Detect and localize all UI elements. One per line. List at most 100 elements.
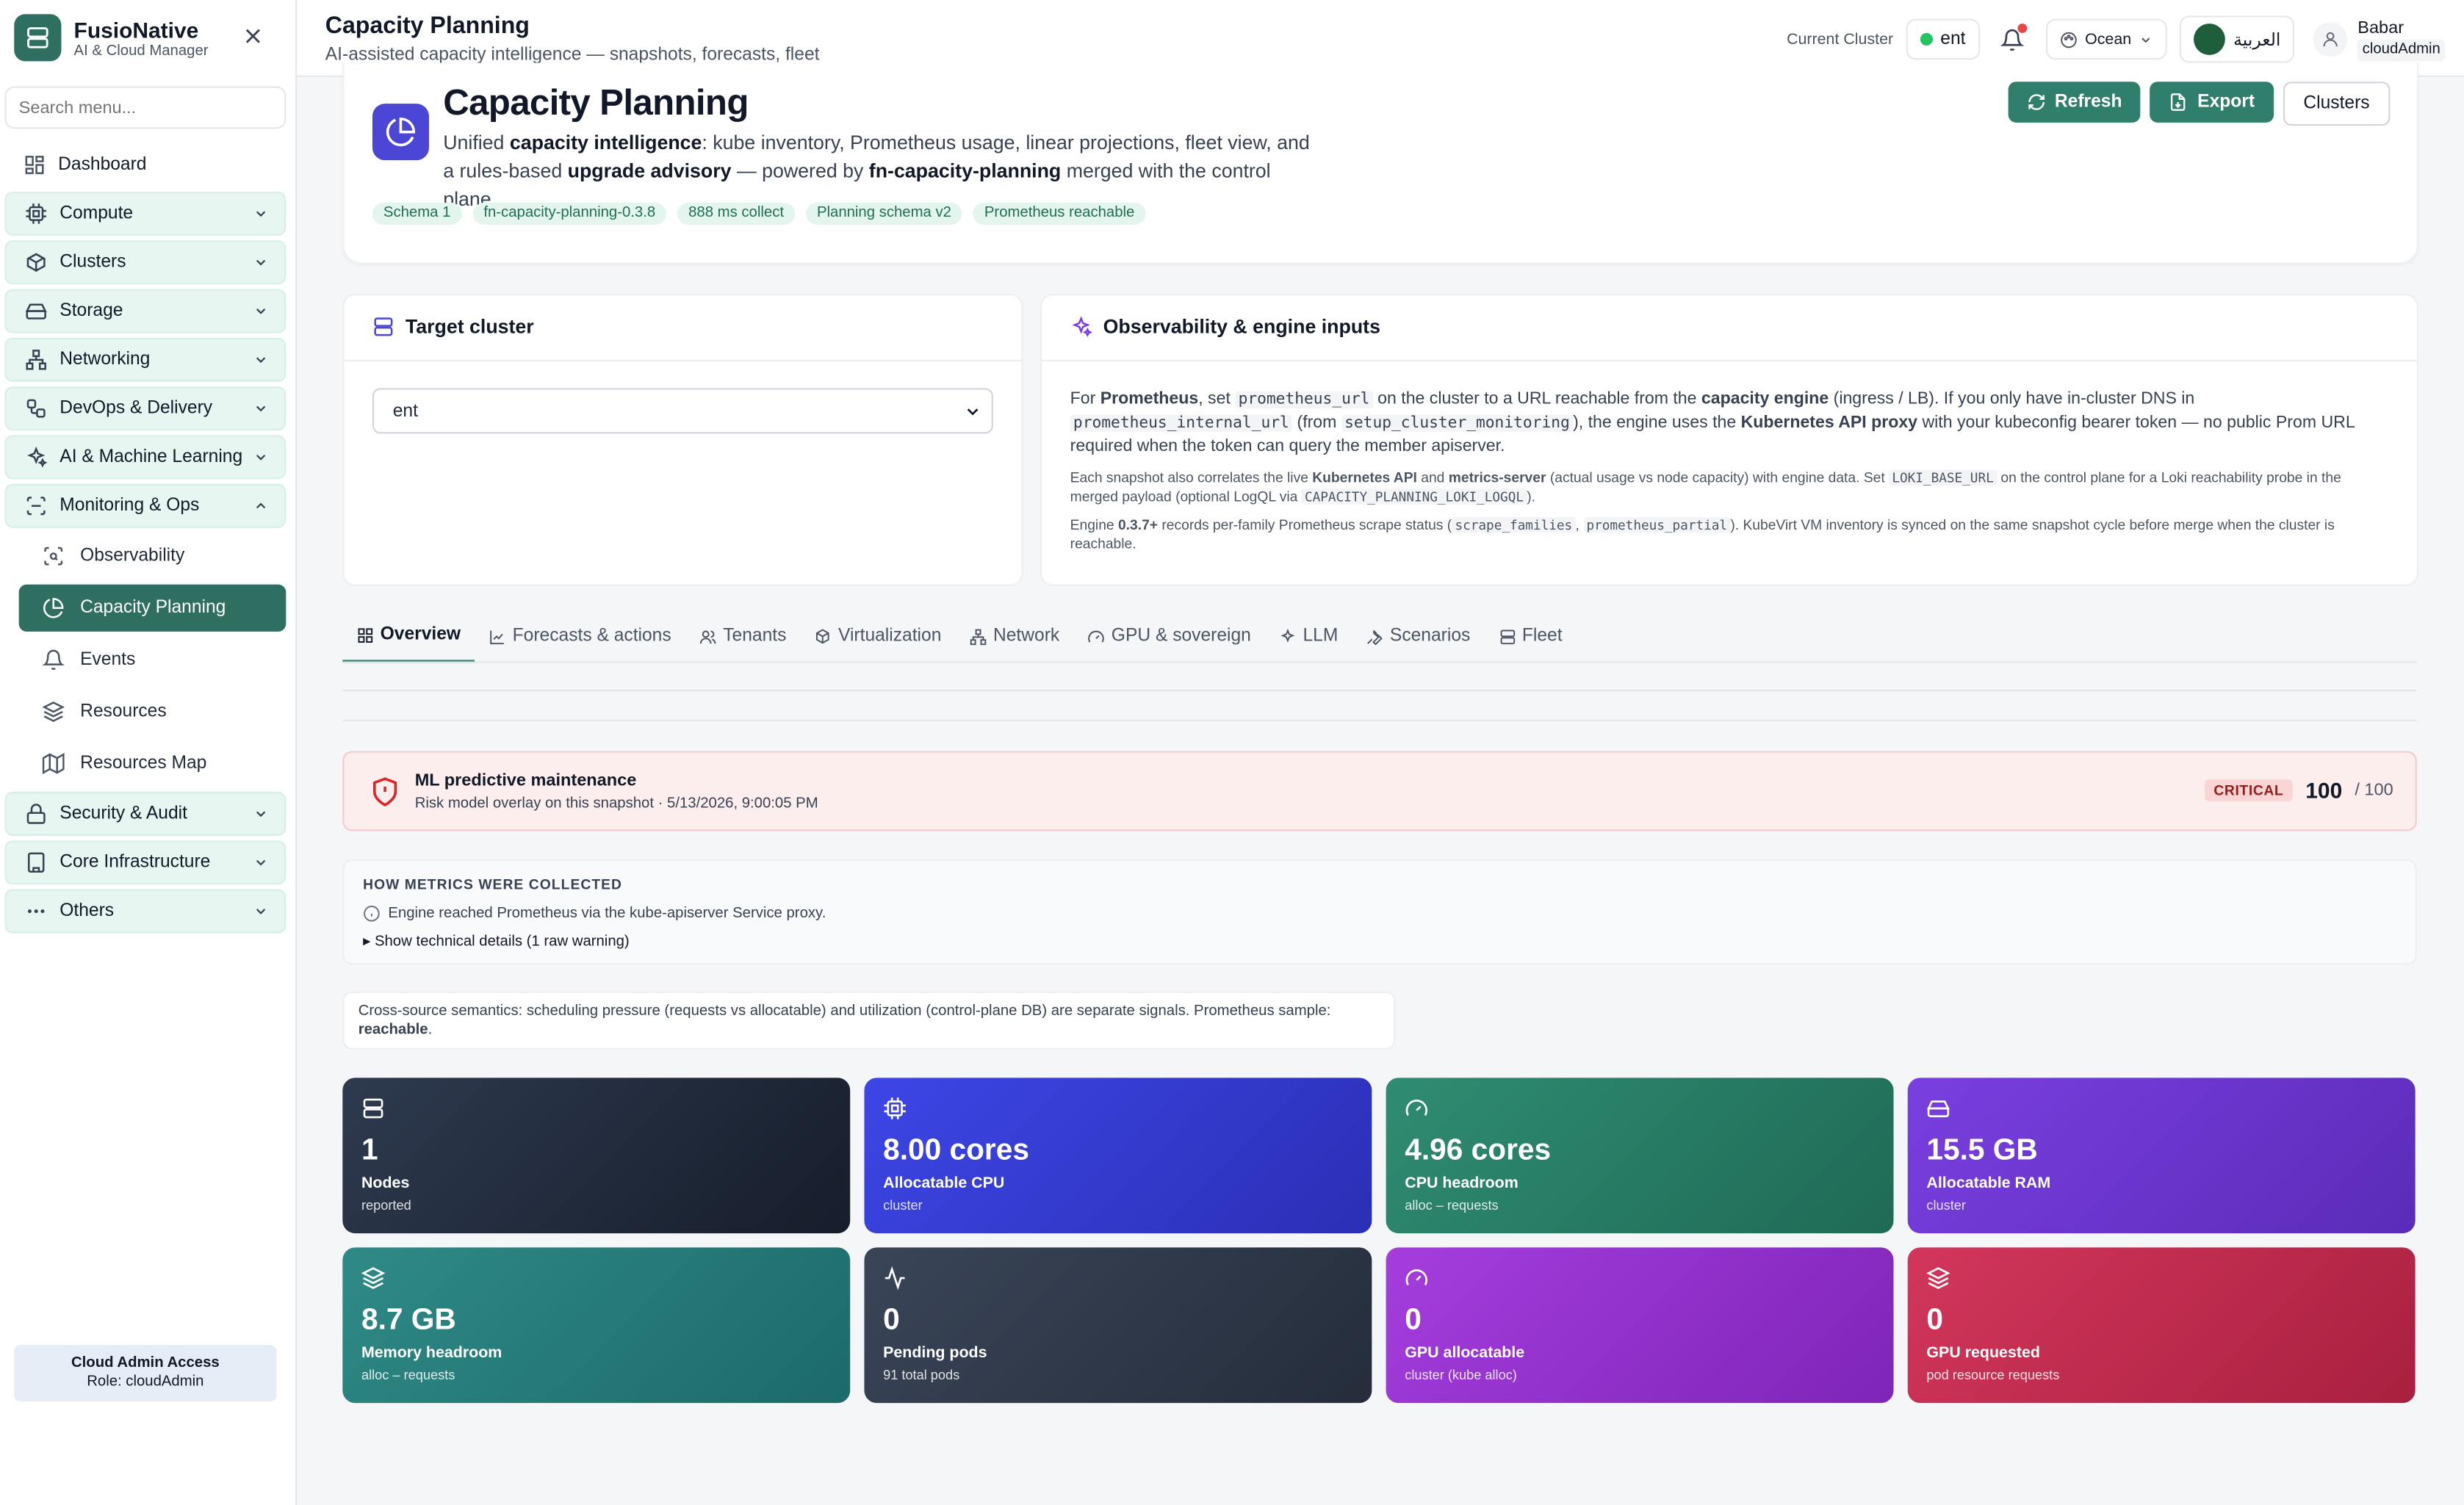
stat-card-cpu-headroom: 4.96 cores CPU headroom alloc – requests	[1386, 1078, 1894, 1234]
boxes-icon	[816, 628, 830, 643]
refresh-icon	[2028, 94, 2045, 110]
ml-maintenance-alert: ML predictive maintenance Risk model ove…	[342, 751, 2417, 831]
sidebar-item-resources-map[interactable]: Resources Map	[19, 740, 287, 787]
target-cluster-panel: Target cluster ent	[342, 293, 1023, 586]
flag-icon	[2194, 24, 2226, 55]
metrics-heading: HOW METRICS WERE COLLECTED	[363, 876, 623, 892]
notifications-button[interactable]	[1992, 19, 2033, 60]
observability-text: For Prometheus, set prometheus_url on th…	[1070, 388, 2391, 562]
tab-forecasts[interactable]: Forecasts & actions	[475, 619, 685, 663]
stat-caption: reported	[361, 1197, 411, 1213]
info-icon	[364, 906, 380, 922]
sidebar-item-dashboard[interactable]: Dashboard	[4, 143, 286, 187]
hard-drive-icon	[25, 303, 47, 320]
stat-caption: pod resource requests	[1926, 1366, 2060, 1383]
sidebar-item-events[interactable]: Events	[19, 636, 287, 683]
capacity-tabs: Overview Forecasts & actions Tenants Vir…	[342, 619, 1577, 663]
activity-icon	[885, 1266, 905, 1291]
stat-label: Allocatable CPU	[883, 1174, 1005, 1193]
server-icon	[1499, 629, 1515, 644]
sidebar-item-capacity-planning[interactable]: Capacity Planning	[18, 584, 287, 632]
stat-value: 15.5 GB	[1926, 1134, 2038, 1168]
box-icon	[26, 253, 46, 272]
sidebar-group-ai[interactable]: AI & Machine Learning	[4, 435, 287, 480]
sparkles-icon	[1072, 316, 1092, 337]
sidebar-item-label: Resources Map	[80, 754, 207, 773]
theme-value: Ocean	[2085, 30, 2132, 48]
sidebar-group-networking[interactable]: Networking	[4, 337, 287, 382]
user-name: Babar	[2357, 18, 2404, 38]
chevron-down-icon	[256, 454, 266, 461]
network-icon	[26, 350, 46, 370]
cluster-value: ent	[1940, 29, 1966, 49]
target-cluster-select[interactable]: ent	[372, 388, 993, 434]
sidebar-group-core[interactable]: Core Infrastructure	[4, 840, 287, 885]
admin-access-box: Cloud Admin Access Role: cloudAdmin	[14, 1344, 277, 1401]
sidebar-group-storage[interactable]: Storage	[4, 289, 287, 333]
sidebar-group-compute[interactable]: Compute	[4, 191, 287, 236]
sidebar-item-resources[interactable]: Resources	[19, 688, 287, 735]
stat-card-gpu-allocatable: 0 GPU allocatable cluster (kube alloc)	[1386, 1247, 1894, 1404]
server-icon	[363, 1098, 383, 1119]
page-title: Capacity Planning	[325, 12, 530, 40]
tab-fleet[interactable]: Fleet	[1485, 619, 1577, 663]
sidebar-group-security[interactable]: Security & Audit	[4, 792, 287, 836]
sidebar: FusioNative AI & Cloud Manager Dashboard…	[0, 0, 298, 1505]
clusters-button[interactable]: Clusters	[2283, 82, 2391, 126]
sidebar-group-others[interactable]: Others	[4, 889, 287, 934]
tab-scenarios[interactable]: Scenarios	[1352, 619, 1485, 663]
tab-label: LLM	[1303, 627, 1339, 646]
show-technical-details-toggle[interactable]: ▸ Show technical details (1 raw warning)	[363, 934, 630, 951]
cross-source-semantics-note: Cross-source semantics: scheduling press…	[342, 991, 1396, 1050]
stat-card-memory-headroom: 8.7 GB Memory headroom alloc – requests	[342, 1247, 851, 1404]
chevron-up-icon	[256, 502, 266, 509]
tab-label: Tenants	[723, 627, 787, 646]
wrench-icon	[1368, 629, 1383, 645]
stat-label: CPU headroom	[1405, 1174, 1519, 1193]
alert-subtitle: Risk model overlay on this snapshot · 5/…	[414, 795, 818, 812]
brand: FusioNative AI & Cloud Manager	[14, 14, 209, 62]
refresh-button[interactable]: Refresh	[2007, 82, 2141, 123]
current-cluster-label: Current Cluster	[1787, 30, 1894, 48]
cluster-selector[interactable]: ent	[1906, 18, 1980, 60]
tab-label: Scenarios	[1389, 627, 1471, 646]
stat-card-allocatable-ram: 15.5 GB Allocatable RAM cluster	[1907, 1078, 2416, 1234]
tab-tenants[interactable]: Tenants	[685, 619, 801, 663]
critical-badge: CRITICAL	[2204, 779, 2294, 801]
shield-alert-icon	[373, 777, 397, 806]
line-chart-icon	[490, 629, 505, 644]
stat-card-pending-pods: 0 Pending pods 91 total pods	[864, 1247, 1372, 1404]
tab-llm[interactable]: LLM	[1265, 619, 1352, 663]
stat-label: GPU requested	[1926, 1344, 2040, 1363]
header-title: Capacity Planning	[443, 82, 749, 123]
metrics-collection-info: HOW METRICS WERE COLLECTED Engine reache…	[342, 859, 2417, 965]
tab-network[interactable]: Network	[956, 619, 1074, 663]
sidebar-item-label: Clusters	[60, 253, 126, 273]
server-icon	[374, 317, 393, 336]
theme-selector[interactable]: Ocean	[2045, 18, 2168, 60]
sidebar-item-label: Dashboard	[58, 155, 147, 175]
gauge-icon	[1088, 629, 1105, 642]
brand-subtitle: AI & Cloud Manager	[73, 41, 209, 59]
sidebar-group-clusters[interactable]: Clusters	[4, 240, 287, 285]
stat-caption: cluster (kube alloc)	[1405, 1366, 1517, 1383]
export-button[interactable]: Export	[2150, 82, 2274, 123]
user-role: cloudAdmin	[2357, 39, 2446, 62]
grid-icon	[358, 627, 373, 642]
user-menu[interactable]: Babar cloudAdmin	[2313, 18, 2446, 62]
chevron-down-icon	[256, 859, 266, 866]
tabs-divider	[342, 661, 2417, 663]
tab-overview[interactable]: Overview	[342, 619, 475, 663]
close-sidebar-button[interactable]	[240, 24, 265, 48]
tab-virtualization[interactable]: Virtualization	[801, 619, 956, 663]
avatar	[2313, 21, 2349, 57]
sidebar-item-observability[interactable]: Observability	[19, 533, 287, 580]
language-switch[interactable]: العربية	[2180, 15, 2295, 63]
search-menu-input[interactable]	[4, 86, 287, 129]
tab-gpu-sovereign[interactable]: GPU & sovereign	[1073, 619, 1265, 663]
sidebar-group-monitoring[interactable]: Monitoring & Ops	[4, 483, 287, 528]
sidebar-group-devops[interactable]: DevOps & Delivery	[4, 386, 287, 431]
stat-value: 1	[361, 1134, 378, 1168]
divider	[342, 719, 2417, 721]
stat-card-allocatable-cpu: 8.00 cores Allocatable CPU cluster	[864, 1078, 1372, 1234]
